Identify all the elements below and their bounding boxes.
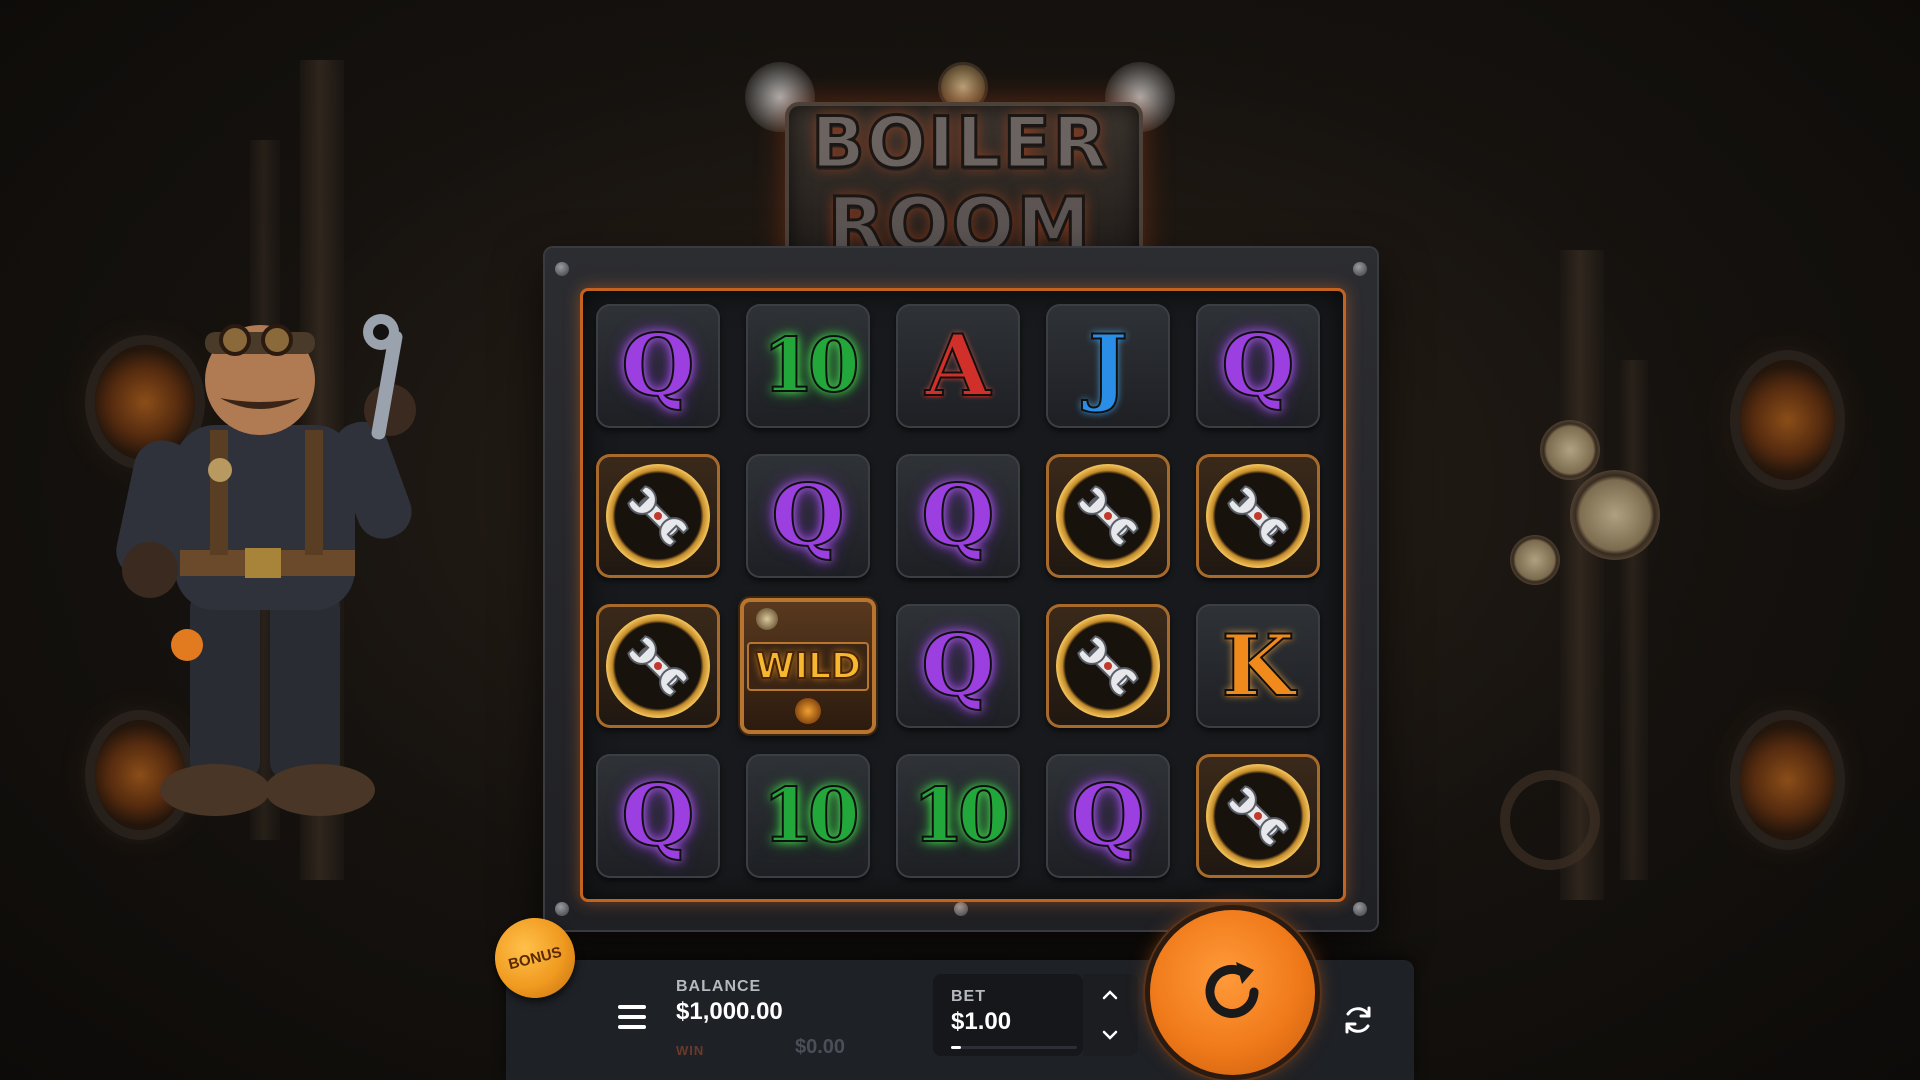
ten-symbol: 10 xyxy=(746,304,870,428)
background-gauge xyxy=(1540,420,1600,480)
jack-symbol: J xyxy=(1046,304,1170,428)
logo-title-line-1: BOILER xyxy=(810,101,1109,186)
wrench-symbol xyxy=(596,454,720,578)
hamburger-menu-icon[interactable] xyxy=(618,1005,646,1029)
queen-symbol: Q xyxy=(596,754,720,878)
wrench-icon xyxy=(606,464,710,568)
balance-value: $1,000.00 xyxy=(676,998,783,1025)
chevron-down-icon[interactable] xyxy=(1101,1030,1119,1042)
bet-stepper xyxy=(1083,974,1138,1056)
game-logo: BOILER ROOM xyxy=(745,62,1175,280)
wild-porthole-icon xyxy=(795,698,821,724)
ten-symbol-label: 10 xyxy=(912,773,1011,859)
queen-symbol: Q xyxy=(596,304,720,428)
queen-symbol: Q xyxy=(746,454,870,578)
wild-symbol: WILD xyxy=(740,598,876,734)
queen-symbol-label: Q xyxy=(1070,766,1145,865)
wrench-icon xyxy=(1056,614,1160,718)
game-stage: BOILER ROOM Q 10 A J Q Q Q WILD Q K Q 10… xyxy=(0,0,1920,1080)
queen-symbol: Q xyxy=(896,604,1020,728)
queen-symbol-label: Q xyxy=(920,466,995,565)
win-value: $0.00 xyxy=(795,1036,846,1058)
wrench-icon xyxy=(1056,464,1160,568)
wrench-symbol xyxy=(1196,454,1320,578)
frame-rivet xyxy=(1353,902,1367,916)
ten-symbol: 10 xyxy=(746,754,870,878)
queen-symbol-label: Q xyxy=(1220,316,1295,415)
ten-symbol-label: 10 xyxy=(762,773,861,859)
jack-symbol-label: J xyxy=(1087,316,1129,415)
king-symbol: K xyxy=(1196,604,1320,728)
balance-label: BALANCE xyxy=(676,978,762,995)
frame-rivet xyxy=(555,262,569,276)
wrench-symbol xyxy=(1046,604,1170,728)
frame-rivet xyxy=(1353,262,1367,276)
background-gauge xyxy=(1570,470,1660,560)
frame-rivet xyxy=(954,902,968,916)
ten-symbol-label: 10 xyxy=(762,323,861,409)
wrench-icon xyxy=(1206,764,1310,868)
wrench-icon xyxy=(1206,464,1310,568)
king-symbol-label: K xyxy=(1220,616,1295,715)
wrench-symbol xyxy=(1046,454,1170,578)
background-porthole xyxy=(1740,720,1835,840)
reel-grid: Q 10 A J Q Q Q WILD Q K Q 10 10 Q xyxy=(596,304,1320,878)
wrench-symbol xyxy=(596,604,720,728)
ace-symbol: A xyxy=(896,304,1020,428)
queen-symbol: Q xyxy=(1196,304,1320,428)
bet-value: $1.00 xyxy=(951,1008,1012,1035)
wild-gauge-icon xyxy=(756,608,778,630)
background-porthole xyxy=(1740,360,1835,480)
wild-label: WILD xyxy=(747,641,869,691)
ten-symbol: 10 xyxy=(896,754,1020,878)
background-valve-wheel xyxy=(1500,770,1600,870)
win-label: WIN xyxy=(676,1043,705,1058)
queen-symbol-label: Q xyxy=(770,466,845,565)
queen-symbol-label: Q xyxy=(920,616,995,715)
spin-arrow-icon xyxy=(1205,962,1259,1018)
bet-level-fill xyxy=(951,1046,962,1049)
chevron-up-icon[interactable] xyxy=(1101,988,1119,1000)
wrench-symbol xyxy=(1196,754,1320,878)
queen-symbol-label: Q xyxy=(620,766,695,865)
mechanic-character xyxy=(116,314,416,816)
bonus-button-label: BONUS xyxy=(506,943,564,973)
background-pipe xyxy=(1620,360,1648,880)
queen-symbol-label: Q xyxy=(620,316,695,415)
wrench-icon xyxy=(606,614,710,718)
spin-button[interactable] xyxy=(1150,910,1315,1075)
queen-symbol: Q xyxy=(1046,754,1170,878)
queen-symbol: Q xyxy=(896,454,1020,578)
bet-level-bar xyxy=(951,1046,1077,1049)
background-gauge xyxy=(1510,535,1560,585)
bet-label: BET xyxy=(951,988,986,1005)
ace-symbol-label: A xyxy=(924,316,991,415)
autoplay-refresh-icon[interactable] xyxy=(1340,1002,1376,1038)
frame-rivet xyxy=(555,902,569,916)
